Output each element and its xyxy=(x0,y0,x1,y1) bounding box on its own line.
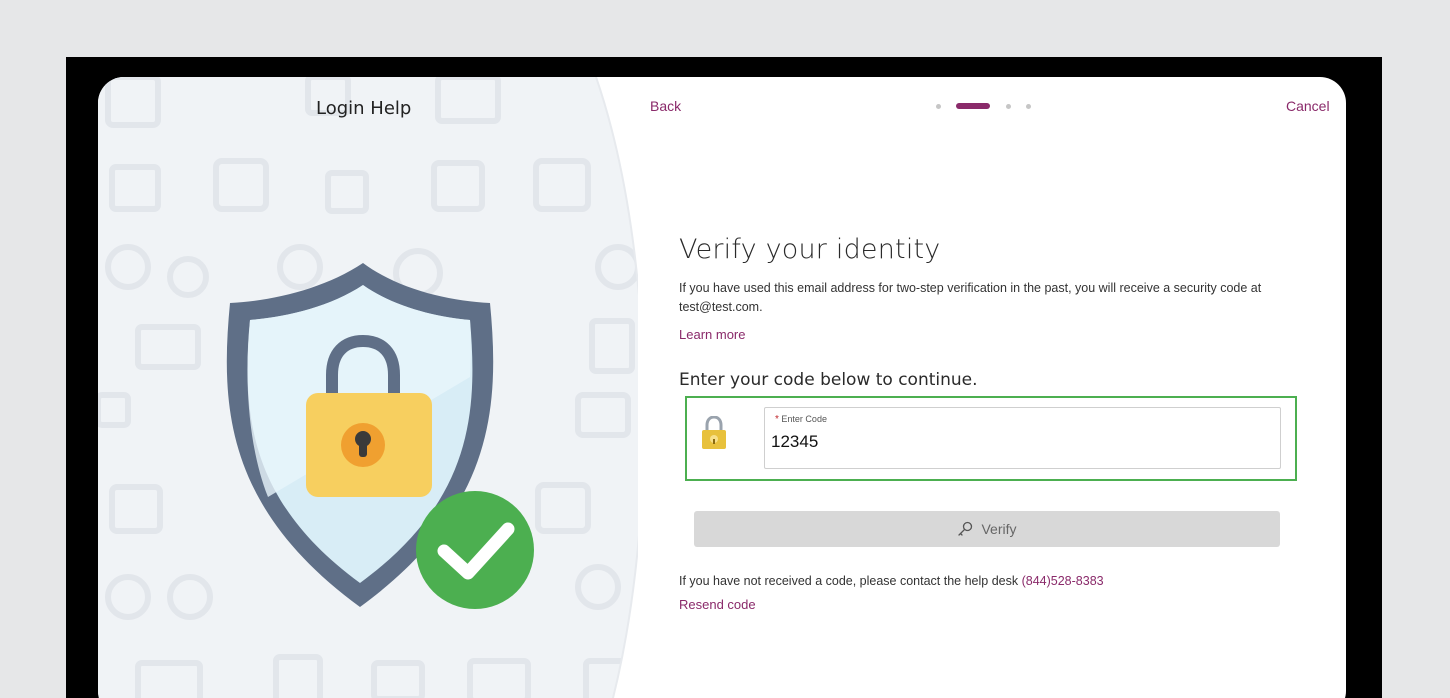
key-icon xyxy=(958,521,973,536)
help-desk-phone-link[interactable]: (844)528-8383 xyxy=(1022,574,1104,588)
progress-stepper xyxy=(936,102,1036,110)
cancel-link[interactable]: Cancel xyxy=(1286,98,1330,114)
back-link[interactable]: Back xyxy=(650,98,681,114)
step-dot-4 xyxy=(1026,104,1031,109)
code-input-field[interactable]: * Enter Code 12345 xyxy=(764,407,1281,469)
required-marker: * xyxy=(775,414,779,425)
code-instruction: Enter your code below to continue. xyxy=(679,370,978,390)
verification-description: If you have used this email address for … xyxy=(679,281,1262,314)
check-circle-icon xyxy=(416,491,534,609)
verify-button-label: Verify xyxy=(981,521,1017,537)
step-dot-3 xyxy=(1006,104,1011,109)
illustration-panel: Login Help xyxy=(98,77,638,698)
panel-title: Login Help xyxy=(316,98,412,119)
page-title: Verify your identity xyxy=(679,234,941,265)
help-desk-message: If you have not received a code, please … xyxy=(679,574,1022,588)
verify-button[interactable]: Verify xyxy=(694,511,1280,547)
code-input-value[interactable]: 12345 xyxy=(771,432,818,452)
padlock-icon xyxy=(702,416,726,449)
step-dot-2-active xyxy=(956,103,990,109)
help-desk-text: If you have not received a code, please … xyxy=(679,574,1104,588)
code-entry-highlight: * Enter Code 12345 xyxy=(685,396,1297,481)
learn-more-link[interactable]: Learn more xyxy=(679,327,745,342)
step-dot-1 xyxy=(936,104,941,109)
background-pattern xyxy=(98,77,638,698)
resend-code-link[interactable]: Resend code xyxy=(679,597,756,612)
login-help-card: Login Help Back Cancel Verify your ident… xyxy=(98,77,1346,698)
code-input-label: Enter Code xyxy=(781,414,827,424)
